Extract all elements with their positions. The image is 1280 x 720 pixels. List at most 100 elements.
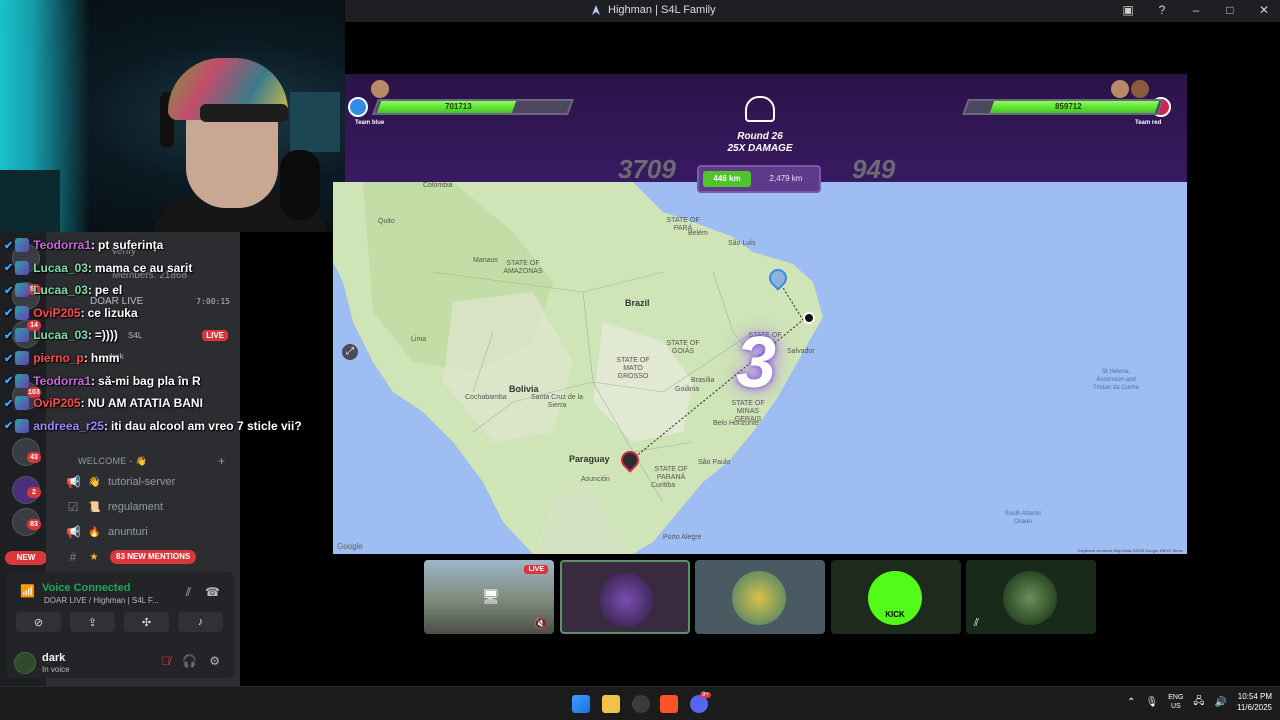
chat-message: ✔ Lucaa_03: =)))) xyxy=(4,326,118,344)
chat-username[interactable]: andreea_r25 xyxy=(33,419,104,433)
channel-anunturi[interactable]: 📢 🔥 anunturi xyxy=(66,522,236,542)
map-label: STATE OF PARÁ xyxy=(666,217,700,232)
chat-badges: ✔ xyxy=(4,283,30,298)
chat-text: =)))) xyxy=(94,328,118,343)
maximize-button[interactable]: □ xyxy=(1222,2,1238,18)
distance-right: 2,479 km xyxy=(769,174,803,183)
new-mentions-pill[interactable]: 83 NEW MENTIONS xyxy=(110,550,197,564)
mic-muted-icon[interactable]: 🎙̸ xyxy=(161,654,170,668)
score-left: 3709 xyxy=(618,154,676,184)
user-panel[interactable]: dark In voice 🎙̸ 🎧 ⚙ xyxy=(14,650,226,676)
chat-username[interactable]: Lucaa_03 xyxy=(33,283,88,297)
chat-separator: : xyxy=(87,260,92,275)
chat-badges: ✔ xyxy=(4,396,30,411)
chat-username[interactable]: OviP205 xyxy=(33,396,80,410)
subscriber-badge-icon xyxy=(15,260,30,275)
channel-tutorial-server[interactable]: 📢 👋 tutorial-server xyxy=(66,472,236,492)
noise-suppression-icon[interactable]: ⫽ xyxy=(186,585,191,600)
window-title: Highman | S4L Family xyxy=(590,4,716,16)
announcement-icon: 📢 xyxy=(66,525,81,539)
map-label: Manaus xyxy=(473,257,498,264)
voice-status[interactable]: Voice Connected xyxy=(42,582,130,594)
new-pill[interactable]: NEW xyxy=(5,551,47,565)
activities-button[interactable]: ✣ xyxy=(124,612,169,632)
add-channel-icon[interactable]: + xyxy=(218,454,225,468)
clock[interactable]: 10:54 PM 11/6/2025 xyxy=(1237,691,1272,713)
chat-message: ✔ OviP205: ce lizuka xyxy=(4,304,138,322)
channel-emoji: 📜 xyxy=(88,501,101,513)
chat-badges: ✔ xyxy=(4,260,30,275)
map-expand-icon[interactable]: ⤢ xyxy=(342,344,358,360)
chevron-up-icon[interactable]: ⌃ xyxy=(1127,697,1135,708)
participant-tile[interactable] xyxy=(695,560,825,634)
participant-tile[interactable]: KICK xyxy=(831,560,961,634)
map-label: Cochabamba xyxy=(465,394,507,401)
participant-tile[interactable]: ⫽ xyxy=(966,560,1096,634)
close-button[interactable]: ✕ xyxy=(1256,2,1272,18)
minimize-button[interactable]: – xyxy=(1188,2,1204,18)
brave-browser-icon[interactable] xyxy=(660,695,678,713)
discord-badge: 9+ xyxy=(700,692,711,698)
volume-icon[interactable]: 🔊 xyxy=(1215,697,1227,708)
disconnect-icon[interactable]: ☎ xyxy=(205,585,220,600)
player-avatar xyxy=(371,80,389,98)
microphone-icon[interactable]: 🎙 xyxy=(1146,697,1159,708)
network-icon[interactable]: 🖧 xyxy=(1193,694,1204,711)
app-logo-icon xyxy=(592,5,600,15)
chat-message: ✔ Teodorra1: să-mi bag pla în R xyxy=(4,372,201,390)
file-explorer-icon[interactable] xyxy=(602,695,620,713)
soundboard-button[interactable]: ♪ xyxy=(178,612,223,632)
avatar xyxy=(1003,571,1057,625)
obs-icon[interactable] xyxy=(632,695,650,713)
settings-icon[interactable]: ⚙ xyxy=(209,654,220,668)
guess-map[interactable]: Colombia Quito Lima Manaus Belém São Luí… xyxy=(333,182,1187,554)
volume-muted-icon[interactable]: 🔇 xyxy=(534,617,548,630)
inbox-icon[interactable]: ▣ xyxy=(1120,2,1136,18)
map-label: Santa Cruz de la Sierra xyxy=(530,394,584,409)
participant-tiles: LIVE 🖥 🔇 KICK ⫽ xyxy=(424,560,1104,636)
screen-share-button[interactable]: ⇪ xyxy=(70,612,115,632)
category-welcome[interactable]: WELCOME - 👋 xyxy=(78,456,147,467)
help-icon[interactable]: ? xyxy=(1154,2,1170,18)
team-red-label: Team red xyxy=(1135,120,1162,126)
chat-username[interactable]: Lucaa_03 xyxy=(33,328,88,342)
voice-channel-path[interactable]: DOAR LIVE / Highman | S4L F... xyxy=(44,596,159,605)
map-label: Goiânia xyxy=(675,386,700,393)
chat-username[interactable]: OviP205 xyxy=(33,306,80,320)
channel-name: regulament xyxy=(108,501,164,513)
channel-regulament[interactable]: ☑ 📜 regulament xyxy=(66,497,236,517)
chat-separator: : xyxy=(87,328,92,343)
camera-toggle-button[interactable]: ⊘ xyxy=(16,612,61,632)
chat-username[interactable]: Teodorra1 xyxy=(33,238,91,252)
signal-icon[interactable]: 📶 xyxy=(20,584,35,598)
avatar[interactable] xyxy=(14,652,36,674)
server-badge: 43 xyxy=(27,452,41,463)
mic-muted-icon: ⫽ xyxy=(974,617,979,629)
chat-message: ✔ Teodorra1: pt suferința xyxy=(4,236,163,254)
verified-icon: ✔ xyxy=(4,352,14,365)
headphones-icon[interactable]: 🎧 xyxy=(182,654,197,668)
chat-message: ✔ Lucaa_03: mama ce au sarit xyxy=(4,259,192,277)
participant-tile[interactable] xyxy=(560,560,690,634)
language-indicator[interactable]: ENG US xyxy=(1168,693,1183,711)
chat-username[interactable]: Lucaa_03 xyxy=(33,261,88,275)
start-menu-icon[interactable] xyxy=(572,695,590,713)
chat-separator: : xyxy=(80,305,85,320)
chat-username[interactable]: pierno_p xyxy=(33,351,84,365)
map-label: STATE OF GOIÁS xyxy=(666,340,700,355)
user-name: dark xyxy=(42,652,66,664)
chat-message: ✔ OviP205: NU AM ATATIA BANI xyxy=(4,394,203,412)
verified-icon: ✔ xyxy=(4,239,14,252)
stream-tile[interactable]: LIVE 🖥 🔇 xyxy=(424,560,554,634)
chat-separator: : xyxy=(83,351,88,365)
star-icon: ★ xyxy=(89,551,99,563)
map-attribution[interactable]: Keyboard shortcuts Map Data ©2025 Google… xyxy=(1078,548,1183,553)
clock-time: 10:54 PM xyxy=(1237,692,1272,701)
round-label: Round 26 xyxy=(737,131,783,142)
map-label: Bolivia xyxy=(509,384,539,394)
chat-username[interactable]: Teodorra1 xyxy=(33,374,91,388)
chat-text: să-mi bag pla în R xyxy=(98,373,201,388)
team-blue-hp: 701713 xyxy=(445,102,472,111)
countdown-number: 3 xyxy=(736,323,777,403)
chat-separator: : xyxy=(91,373,96,388)
